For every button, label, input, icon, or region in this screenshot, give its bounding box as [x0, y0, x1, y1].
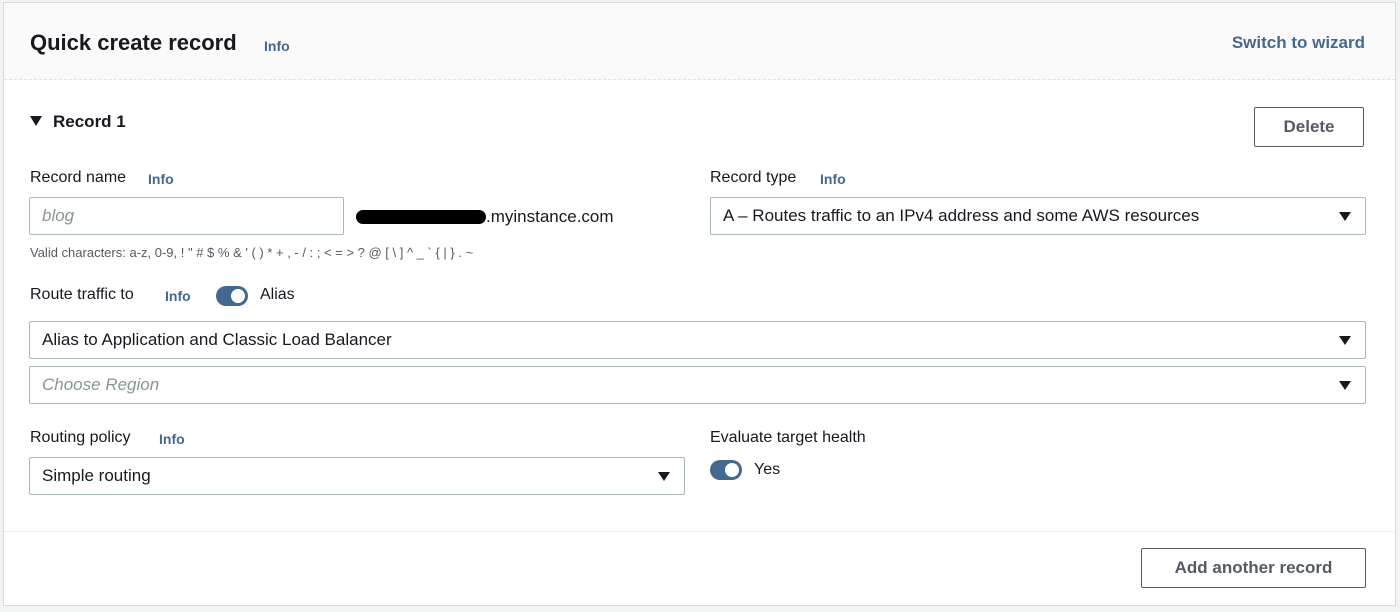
region-select[interactable]: Choose Region	[29, 366, 1366, 404]
footer-divider	[4, 531, 1395, 532]
record-name-info-link[interactable]: Info	[148, 171, 174, 187]
dropdown-caret-icon	[1339, 381, 1351, 390]
route-traffic-info-link[interactable]: Info	[165, 288, 191, 304]
evaluate-health-label: Evaluate target health	[710, 429, 866, 446]
redacted-domain	[356, 210, 486, 224]
add-another-record-button[interactable]: Add another record	[1141, 548, 1366, 588]
alias-toggle-label: Alias	[260, 286, 295, 303]
collapse-caret-icon[interactable]	[30, 116, 42, 126]
record-type-info-link[interactable]: Info	[820, 171, 846, 187]
record-name-input[interactable]: blog	[29, 197, 344, 235]
title-info-link[interactable]: Info	[264, 38, 290, 54]
switch-to-wizard-link[interactable]: Switch to wizard	[1232, 33, 1365, 53]
dropdown-caret-icon	[1339, 212, 1351, 221]
panel-header: Quick create record Info Switch to wizar…	[4, 3, 1395, 80]
endpoint-select[interactable]: Alias to Application and Classic Load Ba…	[29, 321, 1366, 359]
record-type-select[interactable]: A – Routes traffic to an IPv4 address an…	[710, 197, 1366, 235]
routing-policy-info-link[interactable]: Info	[159, 431, 185, 447]
domain-suffix: .myinstance.com	[486, 207, 614, 226]
dropdown-caret-icon	[1339, 336, 1351, 345]
routing-policy-select[interactable]: Simple routing	[29, 457, 685, 495]
dropdown-caret-icon	[658, 472, 670, 481]
evaluate-health-toggle-label: Yes	[754, 461, 781, 478]
alias-toggle[interactable]	[216, 286, 248, 306]
route-traffic-label: Route traffic to	[30, 286, 134, 303]
record-name-label: Record name	[30, 169, 127, 186]
record-heading[interactable]: Record 1	[53, 112, 126, 132]
delete-button[interactable]: Delete	[1254, 107, 1364, 147]
record-type-label: Record type	[710, 169, 797, 186]
page-title: Quick create record	[30, 30, 237, 55]
quick-create-panel: Quick create record Info Switch to wizar…	[3, 2, 1396, 606]
record-name-hint: Valid characters: a-z, 0-9, ! " # $ % & …	[30, 245, 474, 260]
evaluate-health-toggle[interactable]	[710, 460, 742, 480]
routing-policy-label: Routing policy	[30, 429, 131, 446]
